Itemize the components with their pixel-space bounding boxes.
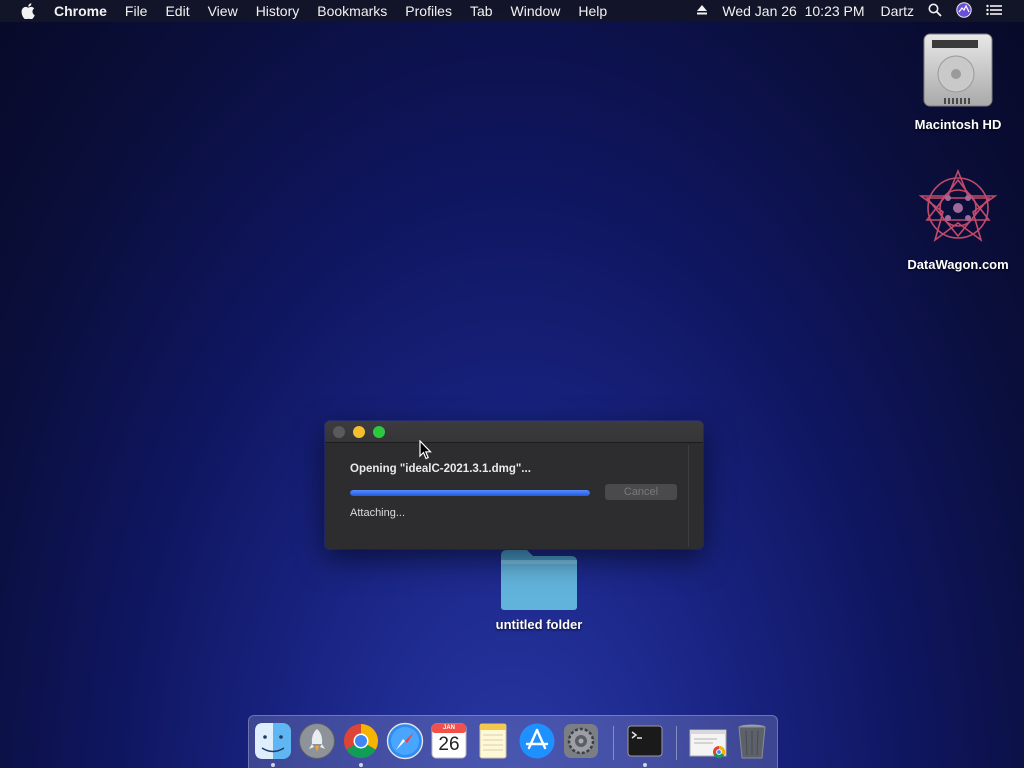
menu-history[interactable]: History [256,3,300,19]
desktop-item-label: Macintosh HD [914,117,1002,132]
menu-file[interactable]: File [125,3,148,19]
dock-separator [613,726,614,760]
menu-clock[interactable]: Wed Jan 26 10:23 PM [722,3,864,19]
dock-finder[interactable] [254,722,292,760]
notes-icon [474,723,512,764]
chrome-icon [342,724,380,764]
control-center-icon[interactable] [986,3,1002,19]
menu-bar: Chrome File Edit View History Bookmarks … [0,0,1024,22]
status-text: Attaching... [350,507,406,519]
dock-chrome[interactable] [342,722,380,760]
system-preferences-icon [562,724,600,764]
menu-profiles[interactable]: Profiles [405,3,452,19]
menu-tab[interactable]: Tab [470,3,493,19]
dock-calendar[interactable]: JAN 26 [430,722,468,760]
menu-user[interactable]: Dartz [881,3,914,19]
cancel-button[interactable]: Cancel [605,484,677,500]
opening-dmg-dialog: Opening "idealC-2021.3.1.dmg"... Cancel … [325,421,703,549]
menu-view[interactable]: View [208,3,238,19]
app-store-icon [518,723,556,764]
dock-terminal[interactable] [626,722,664,760]
dialog-titlebar[interactable] [325,421,703,443]
terminal-icon [626,725,664,764]
dock-separator [676,726,677,760]
menu-app-chrome[interactable]: Chrome [54,3,107,19]
progress-bar-fill [350,490,590,496]
folder-icon [499,550,579,615]
opening-file-text: Opening "idealC-2021.3.1.dmg"... [350,463,531,475]
launchpad-icon [298,723,336,764]
running-indicator [643,763,647,767]
running-indicator [359,763,363,767]
close-button[interactable] [333,426,345,438]
desktop-item-label: untitled folder [495,617,583,632]
dialog-divider [688,445,689,547]
dock-launchpad[interactable] [298,722,336,760]
progress-bar [350,490,590,496]
datawagon-logo-icon [915,168,1001,253]
minimize-button[interactable] [353,426,365,438]
siri-icon[interactable] [956,1,972,21]
hard-drive-icon [920,33,996,113]
dock-safari[interactable] [386,722,424,760]
desktop-item-label: DataWagon.com [907,257,1009,272]
chrome-document-icon [689,729,727,764]
dock-trash[interactable] [733,722,771,760]
desktop-item-untitled-folder[interactable]: untitled folder [474,548,604,632]
menu-bar-status-area: Wed Jan 26 10:23 PM Dartz [696,0,1024,22]
menu-window[interactable]: Window [511,3,561,19]
finder-icon [254,723,292,764]
mouse-cursor-icon [419,439,433,465]
apple-icon[interactable] [20,0,36,22]
desktop-item-macintosh-hd[interactable]: Macintosh HD [893,30,1023,132]
running-indicator [271,763,275,767]
menu-help[interactable]: Help [578,3,607,19]
search-icon[interactable] [928,3,942,20]
dock-system-preferences[interactable] [562,722,600,760]
menu-bookmarks[interactable]: Bookmarks [317,3,387,19]
safari-icon [386,722,424,764]
desktop-item-datawagon[interactable]: DataWagon.com [893,168,1023,272]
trash-icon [733,724,771,764]
zoom-button[interactable] [373,426,385,438]
calendar-day: 26 [438,734,460,755]
calendar-month: JAN [442,725,455,731]
dock-notes[interactable] [474,722,512,760]
eject-icon[interactable] [696,3,708,19]
dock-chrome-document[interactable] [689,722,727,760]
dock-app-store[interactable] [518,722,556,760]
dock: JAN 26 [248,715,778,768]
menu-edit[interactable]: Edit [165,3,189,19]
